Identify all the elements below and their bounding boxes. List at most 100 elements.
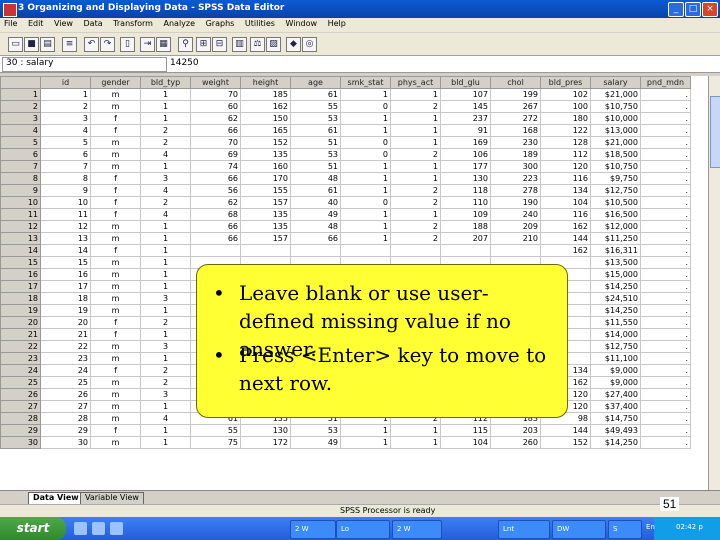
data-cell[interactable]: $11,100: [590, 352, 641, 365]
data-cell[interactable]: 51: [290, 136, 341, 149]
data-cell[interactable]: 130: [240, 424, 291, 437]
data-cell[interactable]: 0: [340, 100, 391, 113]
row-number[interactable]: 22: [0, 340, 41, 353]
data-cell[interactable]: 1: [340, 88, 391, 101]
task-button[interactable]: S: [608, 520, 642, 539]
cell-value-field[interactable]: 14250: [170, 58, 199, 68]
language-indicator[interactable]: En: [646, 523, 655, 531]
data-cell[interactable]: .: [640, 268, 691, 281]
data-cell[interactable]: .: [640, 436, 691, 449]
data-cell[interactable]: $37,400: [590, 400, 641, 413]
minimize-button[interactable]: _: [668, 2, 684, 17]
data-cell[interactable]: 9: [40, 184, 91, 197]
data-cell[interactable]: 170: [240, 172, 291, 185]
data-cell[interactable]: $9,000: [590, 376, 641, 389]
weight-cases-icon[interactable]: ⚖: [250, 37, 265, 52]
data-cell[interactable]: 26: [40, 388, 91, 401]
column-header[interactable]: weight: [190, 76, 241, 89]
data-cell[interactable]: $9,000: [590, 364, 641, 377]
goto-chart-icon[interactable]: ▯: [120, 37, 135, 52]
table-row[interactable]: 30 30 m 1 75 172 49 1 1 104 260 152 $14,250.: [0, 436, 691, 449]
data-cell[interactable]: 4: [140, 184, 191, 197]
data-cell[interactable]: 210: [490, 232, 541, 245]
data-cell[interactable]: 56: [190, 184, 241, 197]
data-cell[interactable]: .: [640, 220, 691, 233]
data-cell[interactable]: 12: [40, 220, 91, 233]
data-cell[interactable]: 207: [440, 232, 491, 245]
column-header[interactable]: id: [40, 76, 91, 89]
data-cell[interactable]: 3: [140, 388, 191, 401]
data-cell[interactable]: 2: [390, 148, 441, 161]
data-cell[interactable]: 49: [290, 208, 341, 221]
data-cell[interactable]: m: [90, 160, 141, 173]
column-header[interactable]: phys_act: [390, 76, 441, 89]
data-cell[interactable]: 7: [40, 160, 91, 173]
column-header[interactable]: bld_pres: [540, 76, 591, 89]
data-cell[interactable]: f: [90, 328, 141, 341]
data-cell[interactable]: m: [90, 352, 141, 365]
undo-icon[interactable]: ↶: [84, 37, 99, 52]
data-cell[interactable]: 1: [140, 232, 191, 245]
data-cell[interactable]: $49,493: [590, 424, 641, 437]
data-cell[interactable]: 62: [190, 196, 241, 209]
data-cell[interactable]: m: [90, 88, 141, 101]
table-row[interactable]: 10 10 f 2 62 157 40 0 2 110 190 104 $10,500.: [0, 196, 691, 209]
data-cell[interactable]: 128: [540, 136, 591, 149]
data-cell[interactable]: $14,250: [590, 436, 641, 449]
data-cell[interactable]: 152: [240, 136, 291, 149]
scroll-thumb[interactable]: [710, 96, 720, 168]
data-cell[interactable]: 1: [140, 352, 191, 365]
row-number[interactable]: 26: [0, 388, 41, 401]
data-cell[interactable]: 61: [290, 184, 341, 197]
data-cell[interactable]: 4: [140, 208, 191, 221]
quicklaunch-desktop-icon[interactable]: [110, 522, 123, 535]
menu-view[interactable]: View: [50, 18, 77, 29]
data-cell[interactable]: 1: [140, 100, 191, 113]
data-cell[interactable]: f: [90, 172, 141, 185]
row-number[interactable]: 6: [0, 148, 41, 161]
variables-icon[interactable]: ▦: [156, 37, 171, 52]
data-cell[interactable]: f: [90, 208, 141, 221]
data-cell[interactable]: 102: [540, 88, 591, 101]
data-cell[interactable]: 223: [490, 172, 541, 185]
data-cell[interactable]: m: [90, 304, 141, 317]
table-row[interactable]: 14 14 f 1 162 $16,311.: [0, 244, 691, 257]
data-cell[interactable]: $16,311: [590, 244, 641, 257]
data-cell[interactable]: 66: [190, 124, 241, 137]
table-row[interactable]: 12 12 m 1 66 135 48 1 2 188 209 162 $12,000.: [0, 220, 691, 233]
data-cell[interactable]: .: [640, 136, 691, 149]
data-cell[interactable]: 155: [240, 184, 291, 197]
data-cell[interactable]: 189: [490, 148, 541, 161]
row-number[interactable]: 15: [0, 256, 41, 269]
data-cell[interactable]: 29: [40, 424, 91, 437]
data-cell[interactable]: 2: [140, 124, 191, 137]
data-cell[interactable]: $18,500: [590, 148, 641, 161]
column-header[interactable]: bld_typ: [140, 76, 191, 89]
task-button[interactable]: 2 W: [392, 520, 442, 539]
data-cell[interactable]: m: [90, 376, 141, 389]
data-cell[interactable]: m: [90, 220, 141, 233]
data-cell[interactable]: 260: [490, 436, 541, 449]
data-cell[interactable]: .: [640, 376, 691, 389]
task-button[interactable]: Lnt: [498, 520, 550, 539]
column-header[interactable]: gender: [90, 76, 141, 89]
data-cell[interactable]: 1: [140, 88, 191, 101]
data-cell[interactable]: $15,000: [590, 268, 641, 281]
data-cell[interactable]: 169: [440, 136, 491, 149]
data-cell[interactable]: 122: [540, 124, 591, 137]
data-cell[interactable]: $11,250: [590, 232, 641, 245]
data-cell[interactable]: 1: [390, 160, 441, 173]
data-cell[interactable]: 278: [490, 184, 541, 197]
data-cell[interactable]: 17: [40, 280, 91, 293]
data-cell[interactable]: $13,000: [590, 124, 641, 137]
data-cell[interactable]: $14,750: [590, 412, 641, 425]
data-cell[interactable]: 66: [290, 232, 341, 245]
menu-analyze[interactable]: Analyze: [160, 18, 200, 29]
row-number[interactable]: 21: [0, 328, 41, 341]
data-cell[interactable]: $11,550: [590, 316, 641, 329]
data-cell[interactable]: .: [640, 184, 691, 197]
row-number[interactable]: 4: [0, 124, 41, 137]
data-cell[interactable]: 1: [140, 112, 191, 125]
data-cell[interactable]: 110: [440, 196, 491, 209]
data-cell[interactable]: 130: [440, 172, 491, 185]
